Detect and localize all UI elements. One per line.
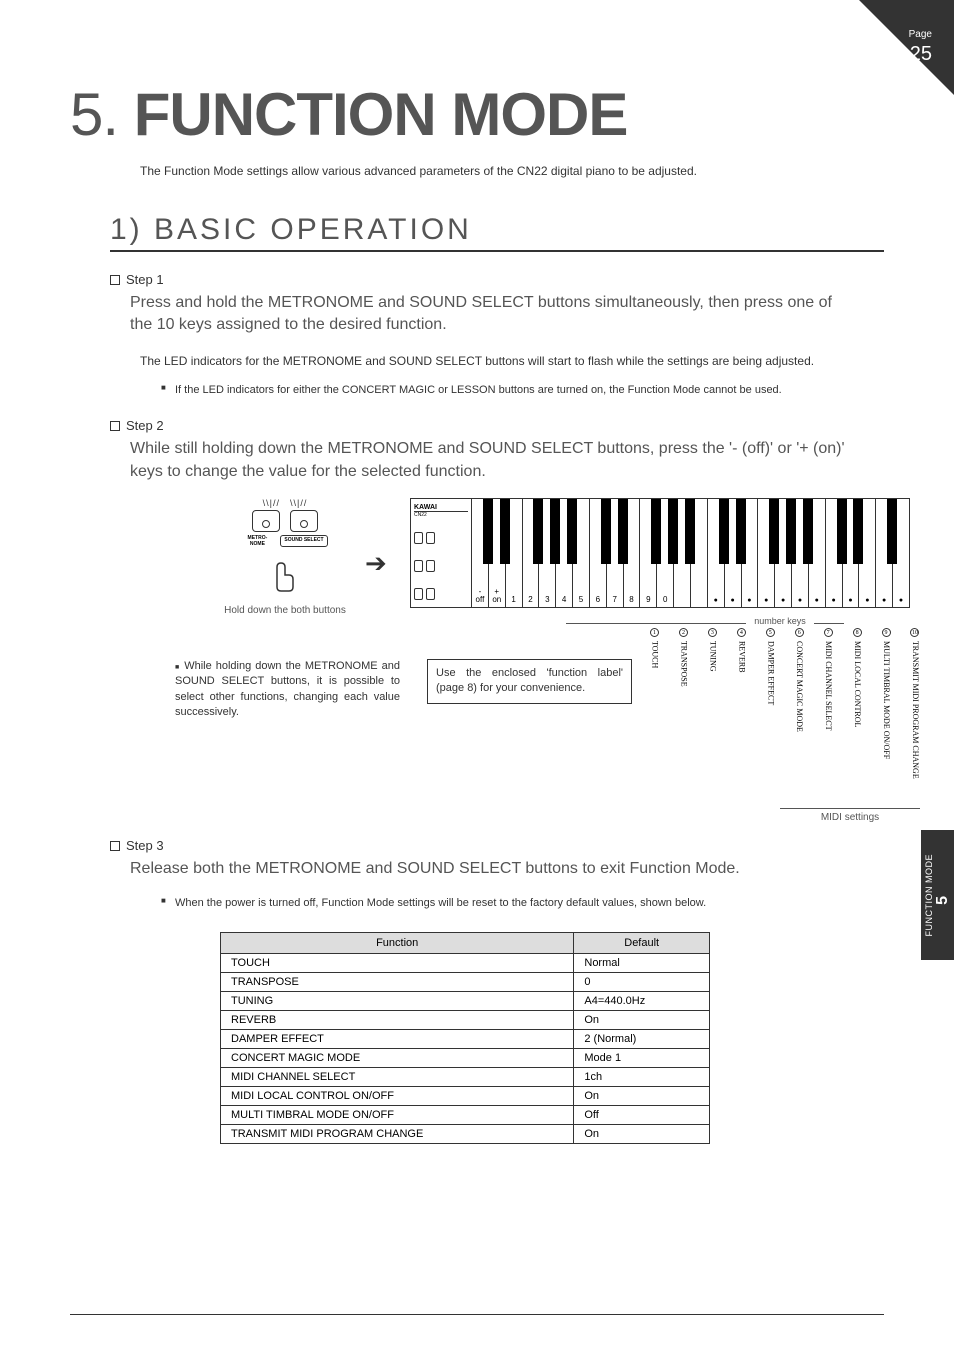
table-row: TRANSPOSE0 <box>221 972 710 991</box>
side-tab: FUNCTION MODE 5 <box>921 830 954 960</box>
table-row: TUNINGA4=440.0Hz <box>221 991 710 1010</box>
function-vlabel: 1 TOUCH <box>650 628 660 808</box>
kb-logo: KAWAI <box>414 504 468 511</box>
label-note: Use the enclosed 'function label' (page … <box>427 659 632 704</box>
hold-caption: Hold down the both buttons <box>220 605 350 616</box>
keyboard-diagram: KAWAI CN22 - off+ on1234567890 <box>410 498 910 608</box>
title-number: 5. <box>70 81 118 148</box>
page-title: 5. FUNCTION MODE <box>70 80 884 149</box>
function-vlabel: 2 TRANSPOSE <box>679 628 689 808</box>
table-row: MIDI CHANNEL SELECT1ch <box>221 1067 710 1086</box>
function-vlabel: 3 TUNING <box>708 628 718 808</box>
side-tab-num: 5 <box>934 896 952 905</box>
function-vlabel: 10 TRANSMIT MIDI PROGRAM CHANGE <box>910 628 920 808</box>
step1-detail: The LED indicators for the METRONOME and… <box>140 352 854 370</box>
function-vlabel: 4 REVERB <box>737 628 747 808</box>
midi-bracket: MIDI settings <box>780 808 920 823</box>
hold-note: While holding down the METRONOME and SOU… <box>175 659 400 721</box>
function-vlabel: 6 CONCERT MAGIC MODE <box>795 628 805 808</box>
step1-label: Step 1 <box>110 272 884 287</box>
page-label: Page <box>909 28 932 41</box>
arrow-icon: ➔ <box>365 548 387 579</box>
table-row: REVERBOn <box>221 1010 710 1029</box>
function-vlabel: 7 MIDI CHANNEL SELECT <box>824 628 834 808</box>
function-vlabel: 9 MULTI TIMBRAL MODE ON/OFF <box>882 628 892 808</box>
table-row: TOUCHNormal <box>221 953 710 972</box>
step2-label: Step 2 <box>110 418 884 433</box>
table-row: MIDI LOCAL CONTROL ON/OFFOn <box>221 1086 710 1105</box>
number-keys-label: number keys <box>410 616 910 626</box>
table-header: Function <box>221 932 574 953</box>
page-corner <box>859 0 954 95</box>
title-text: FUNCTION MODE <box>134 81 628 148</box>
intro-text: The Function Mode settings allow various… <box>140 164 884 178</box>
step3-label: Step 3 <box>110 838 884 853</box>
function-vlabel: 8 MIDI LOCAL CONTROL <box>853 628 863 808</box>
step2-body: While still holding down the METRONOME a… <box>130 438 854 483</box>
metronome-label: METRO- NOME <box>242 535 272 547</box>
section-title: 1) BASIC OPERATION <box>110 213 884 252</box>
table-row: TRANSMIT MIDI PROGRAM CHANGEOn <box>221 1124 710 1143</box>
function-labels: 1 TOUCH 2 TRANSPOSE 3 TUNING 4 REVERB 5 DAMP… <box>650 628 920 808</box>
table-row: DAMPER EFFECT2 (Normal) <box>221 1029 710 1048</box>
table-header: Default <box>574 932 710 953</box>
step1-body: Press and hold the METRONOME and SOUND S… <box>130 292 854 337</box>
step1-note: If the LED indicators for either the CON… <box>175 382 854 399</box>
function-vlabel: 5 DAMPER EFFECT <box>766 628 776 808</box>
diagram: \\|//\\|// METRO- NOME SOUND SELECT Hold… <box>220 498 884 828</box>
sound-select-label: SOUND SELECT <box>280 535 327 547</box>
step3-body: Release both the METRONOME and SOUND SEL… <box>130 858 854 880</box>
table-row: MULTI TIMBRAL MODE ON/OFFOff <box>221 1105 710 1124</box>
hand-icon <box>220 555 350 600</box>
page-content: 5. FUNCTION MODE The Function Mode setti… <box>0 0 954 1144</box>
bottom-rule <box>70 1314 884 1315</box>
table-row: CONCERT MAGIC MODEMode 1 <box>221 1048 710 1067</box>
kb-model: CN22 <box>414 511 468 518</box>
defaults-table: FunctionDefault TOUCHNormalTRANSPOSE0TUN… <box>220 932 710 1144</box>
buttons-diagram: \\|//\\|// METRO- NOME SOUND SELECT Hold… <box>220 498 350 616</box>
page-number-label: Page 25 <box>909 28 932 67</box>
step3-note: When the power is turned off, Function M… <box>175 895 854 912</box>
side-tab-text: FUNCTION MODE <box>924 854 934 937</box>
page-number: 25 <box>909 41 932 67</box>
